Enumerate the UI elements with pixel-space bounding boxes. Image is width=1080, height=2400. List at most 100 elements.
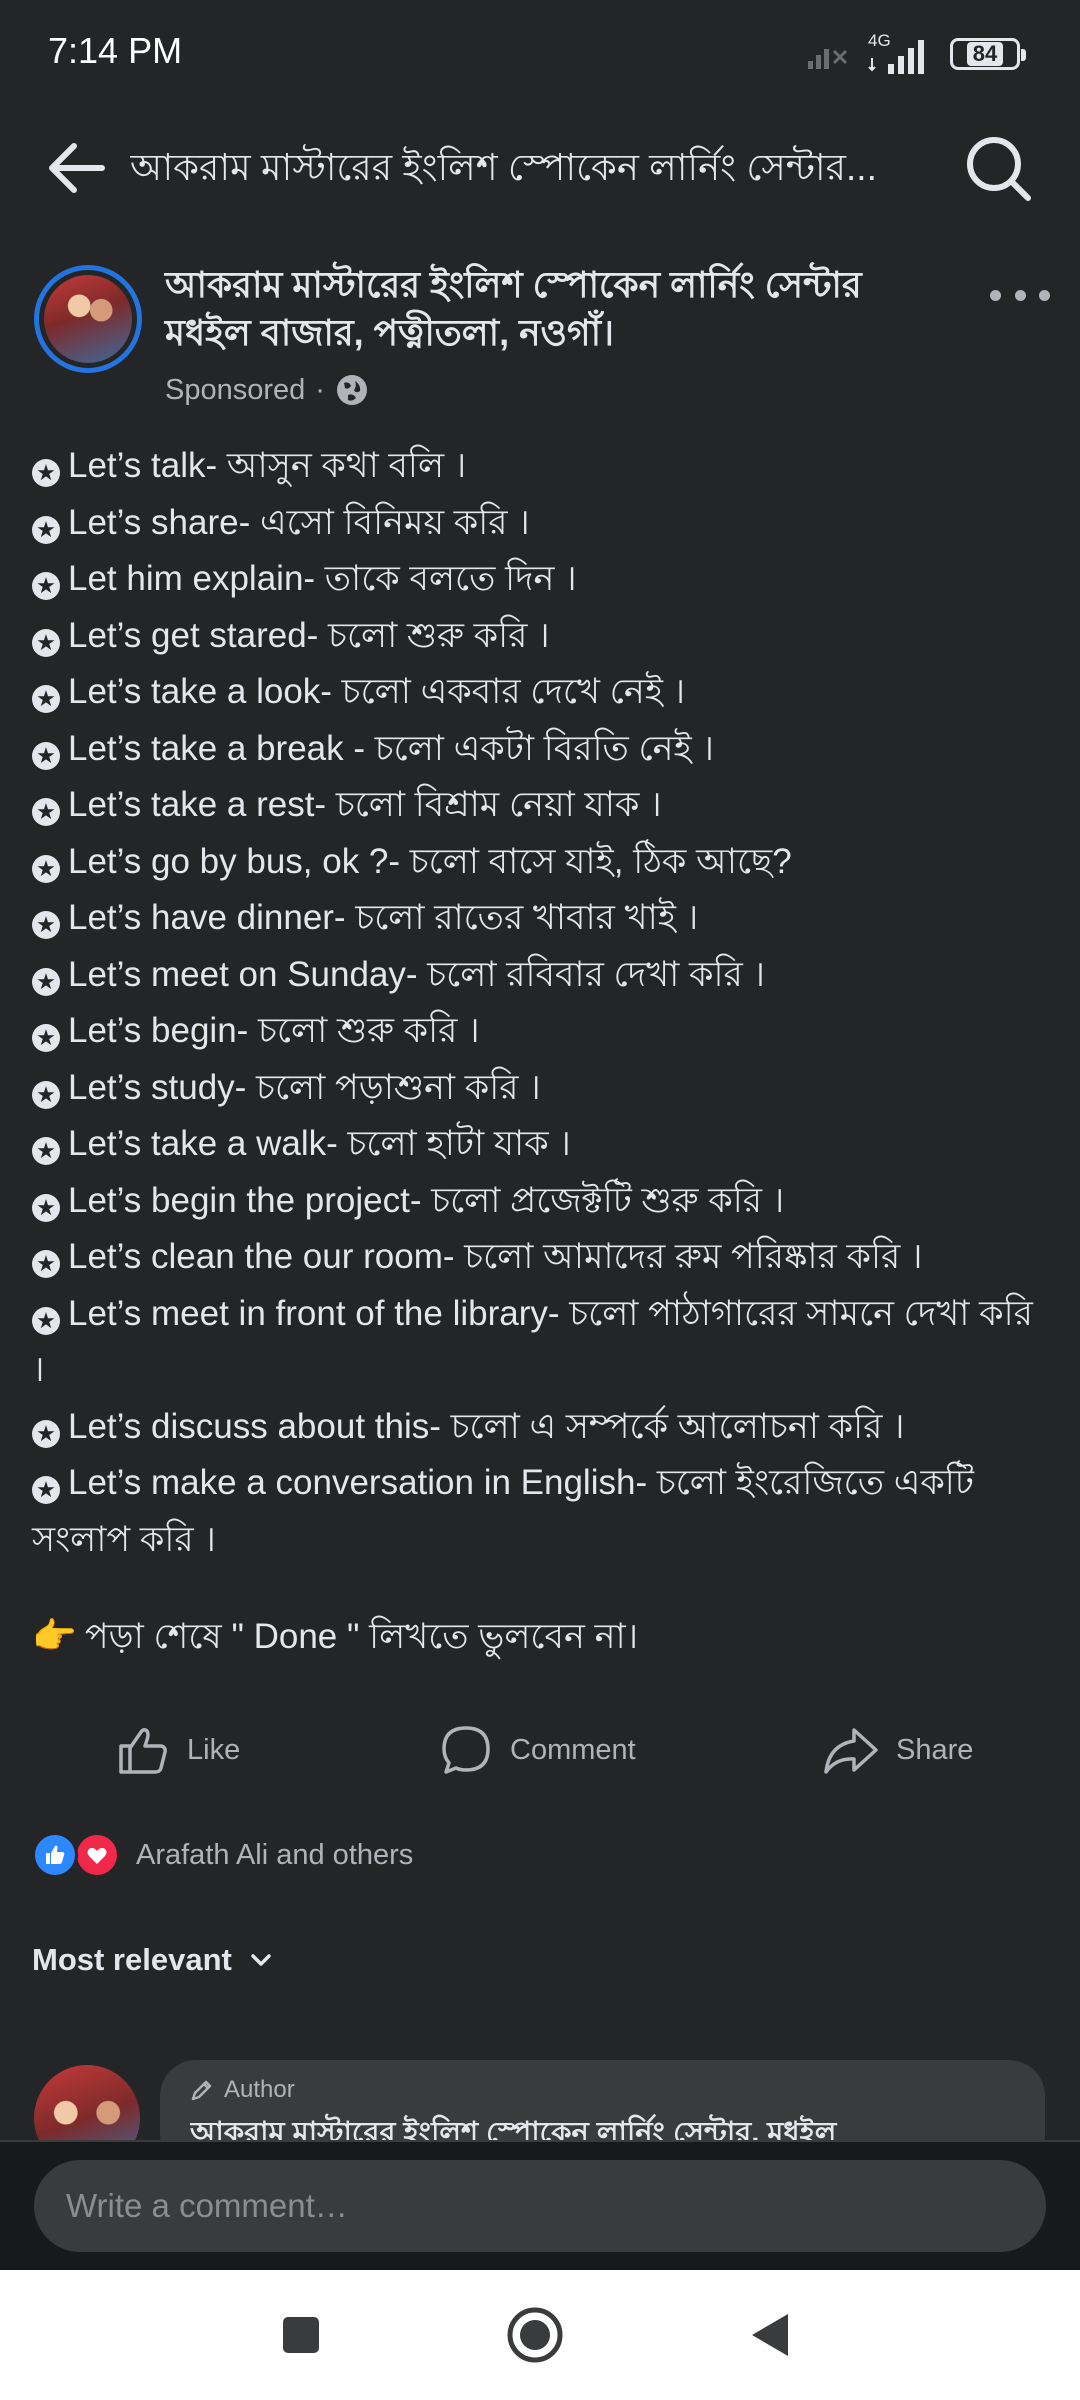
star-bullet-icon: ★	[32, 1250, 60, 1278]
post-line: ★ Let’s discuss about this- চলো এ সম্পর্ক…	[32, 1399, 1052, 1456]
globe-icon	[336, 375, 367, 405]
post-header: আকরাম মাস্টারের ইংলিশ স্পোকেন লার্নিং সে…	[0, 255, 1080, 435]
chevron-down-icon	[251, 1954, 271, 1966]
star-bullet-icon: ★	[32, 1024, 60, 1052]
love-reaction-icon	[74, 1832, 120, 1878]
star-bullet-icon: ★	[32, 1419, 60, 1448]
post-line: ★ Let’s study- চলো পড়াশুনা করি ।	[32, 1060, 1052, 1117]
commenter-avatar[interactable]	[34, 2065, 140, 2140]
signal-strong-icon	[868, 40, 924, 74]
more-dot	[990, 289, 1001, 301]
search-button[interactable]	[956, 126, 1040, 210]
star-bullet-icon: ★	[32, 1137, 60, 1165]
star-bullet-icon: ★	[32, 1193, 60, 1222]
post-line: ★ Let’s clean the our room- চলো আমাদের রু…	[32, 1229, 1052, 1286]
like-button[interactable]: Like	[115, 1715, 240, 1785]
post-line: ★ Let’s go by bus, ok ?- চলো বাসে যাই, ঠি…	[32, 834, 1052, 891]
page-name[interactable]: আকরাম মাস্টারের ইংলিশ স্পোকেন লার্নিং সে…	[165, 261, 965, 357]
commenter-name: আকরাম মাস্টারের ইংলিশ স্পোকেন লার্নিং সে…	[190, 2117, 837, 2140]
comment-bar	[0, 2140, 1080, 2270]
nav-back-button[interactable]	[733, 2298, 807, 2372]
home-circle-icon	[507, 2307, 563, 2363]
post-line: ★ Let’s get stared- চলো শুরু করি ।	[32, 608, 1052, 665]
pencil-icon	[191, 2080, 212, 2101]
signal-weak-icon	[808, 49, 848, 69]
post-line: ★ Let’s share- এসো বিনিময় করি ।	[32, 495, 1052, 552]
star-bullet-icon: ★	[32, 515, 60, 544]
share-label: Share	[896, 1733, 974, 1766]
network-indicator: 4G	[868, 32, 934, 76]
like-reaction-icon	[32, 1832, 78, 1878]
reactions-text: Arafath Ali and others	[136, 1838, 414, 1871]
more-options-button[interactable]	[990, 275, 1050, 315]
status-bar: 7:14 PM 4G 84	[0, 0, 1080, 110]
screen: 7:14 PM 4G 84 আকরাম মাস্টারের ইংলিশ স্পো…	[0, 0, 1080, 2400]
search-icon	[967, 137, 1031, 201]
like-label: Like	[187, 1733, 241, 1766]
status-time: 7:14 PM	[48, 30, 183, 71]
back-arrow-icon	[49, 143, 105, 193]
recent-apps-button[interactable]	[264, 2298, 338, 2372]
star-bullet-icon: ★	[32, 741, 60, 770]
share-button[interactable]: Share	[822, 1715, 973, 1785]
app-header: আকরাম মাস্টারের ইংলিশ স্পোকেন লার্নিং সে…	[0, 110, 1080, 240]
star-bullet-icon: ★	[32, 572, 60, 600]
comment-input[interactable]	[34, 2160, 1046, 2252]
page-avatar[interactable]	[34, 265, 142, 373]
more-dot	[1039, 289, 1050, 301]
page-name-line1: আকরাম মাস্টারের ইংলিশ স্পোকেন লার্নিং সে…	[165, 264, 862, 305]
thumbs-up-icon	[119, 1727, 167, 1774]
star-bullet-icon: ★	[32, 685, 60, 713]
battery-icon: 84	[950, 38, 1026, 70]
back-button[interactable]	[40, 130, 116, 206]
post-line: ★ Let’s meet on Sunday- চলো রবিবার দেখা ক…	[32, 947, 1052, 1004]
post-line: ★ Let him explain- তাকে বলতে দিন ।	[32, 551, 1052, 608]
square-icon	[283, 2317, 319, 2353]
star-bullet-icon: ★	[32, 459, 60, 487]
comment-button[interactable]: Comment	[438, 1715, 636, 1785]
star-bullet-icon: ★	[32, 1476, 60, 1504]
page-name-line2: মধইল বাজার, পত্নীতলা, নওগাঁ।	[165, 312, 614, 353]
heart-glyph-icon	[87, 1847, 107, 1864]
post-line: ★ Let’s begin the project- চলো প্রজেক্টটি…	[32, 1173, 1052, 1230]
triangle-back-icon	[752, 2314, 788, 2356]
post-line: ★ Let’s take a rest- চলো বিশ্রাম নেয়া যা…	[32, 777, 1052, 834]
sponsored-label: Sponsored	[165, 373, 306, 406]
system-nav-bar	[0, 2270, 1080, 2400]
comment-bubble[interactable]: Author আকরাম মাস্টারের ইংলিশ স্পোকেন লার…	[160, 2060, 1045, 2140]
post-actions: Like Comment Share	[0, 1715, 1080, 1785]
star-bullet-icon: ★	[32, 798, 60, 826]
pointing-hand-icon: 👉	[32, 1615, 77, 1656]
author-badge-label: Author	[224, 2076, 295, 2103]
post-line: ★ Let’s begin- চলো শুরু করি ।	[32, 1003, 1052, 1060]
thumb-glyph-icon	[46, 1845, 65, 1864]
reactions-summary[interactable]: Arafath Ali and others	[32, 1830, 413, 1880]
share-arrow-icon	[824, 1728, 878, 1774]
star-bullet-icon: ★	[32, 1306, 60, 1335]
post-line: ★ Let’s meet in front of the library- চলো…	[32, 1293, 1033, 1389]
post-footer-line: 👉 পড়া শেষে " Done " লিখতে ভুলবেন না।	[32, 1608, 638, 1665]
separator-dot: ·	[315, 373, 325, 406]
post-line: ★ Let’s take a break - চলো একটা বিরতি নেই…	[32, 721, 1052, 778]
star-bullet-icon: ★	[32, 854, 60, 883]
star-bullet-icon: ★	[32, 628, 60, 657]
comment-label: Comment	[510, 1733, 636, 1766]
battery-level: 84	[966, 42, 1004, 66]
comment-sort-dropdown[interactable]: Most relevant	[32, 1942, 274, 1978]
sponsored-row: Sponsored ·	[165, 373, 369, 407]
page-title: আকরাম মাস্টারের ইংলিশ স্পোকেন লার্নিং সে…	[130, 147, 877, 188]
post-line: ★ Let’s talk- আসুন কথা বলি ।	[32, 438, 1052, 495]
post-line: ★ Let’s take a walk- চলো হাটা যাক ।	[32, 1116, 1052, 1173]
status-icons: 4G 84	[806, 32, 1026, 76]
post-line: ★ Let’s make a conversation in English- চ…	[32, 1463, 974, 1559]
comment-preview[interactable]: Author আকরাম মাস্টারের ইংলিশ স্পোকেন লার…	[0, 2055, 1080, 2140]
sort-label: Most relevant	[32, 1942, 232, 1977]
more-dot	[1014, 289, 1026, 301]
post-footer-text: পড়া শেষে " Done " লিখতে ভুলবেন না।	[84, 1617, 639, 1656]
author-badge: Author	[190, 2076, 1015, 2104]
star-bullet-icon: ★	[32, 967, 60, 996]
home-button[interactable]	[498, 2298, 572, 2372]
star-bullet-icon: ★	[32, 1080, 60, 1109]
avatar-photo	[44, 275, 132, 363]
post-line: ★ Let’s have dinner- চলো রাতের খাবার খাই …	[32, 890, 1052, 947]
